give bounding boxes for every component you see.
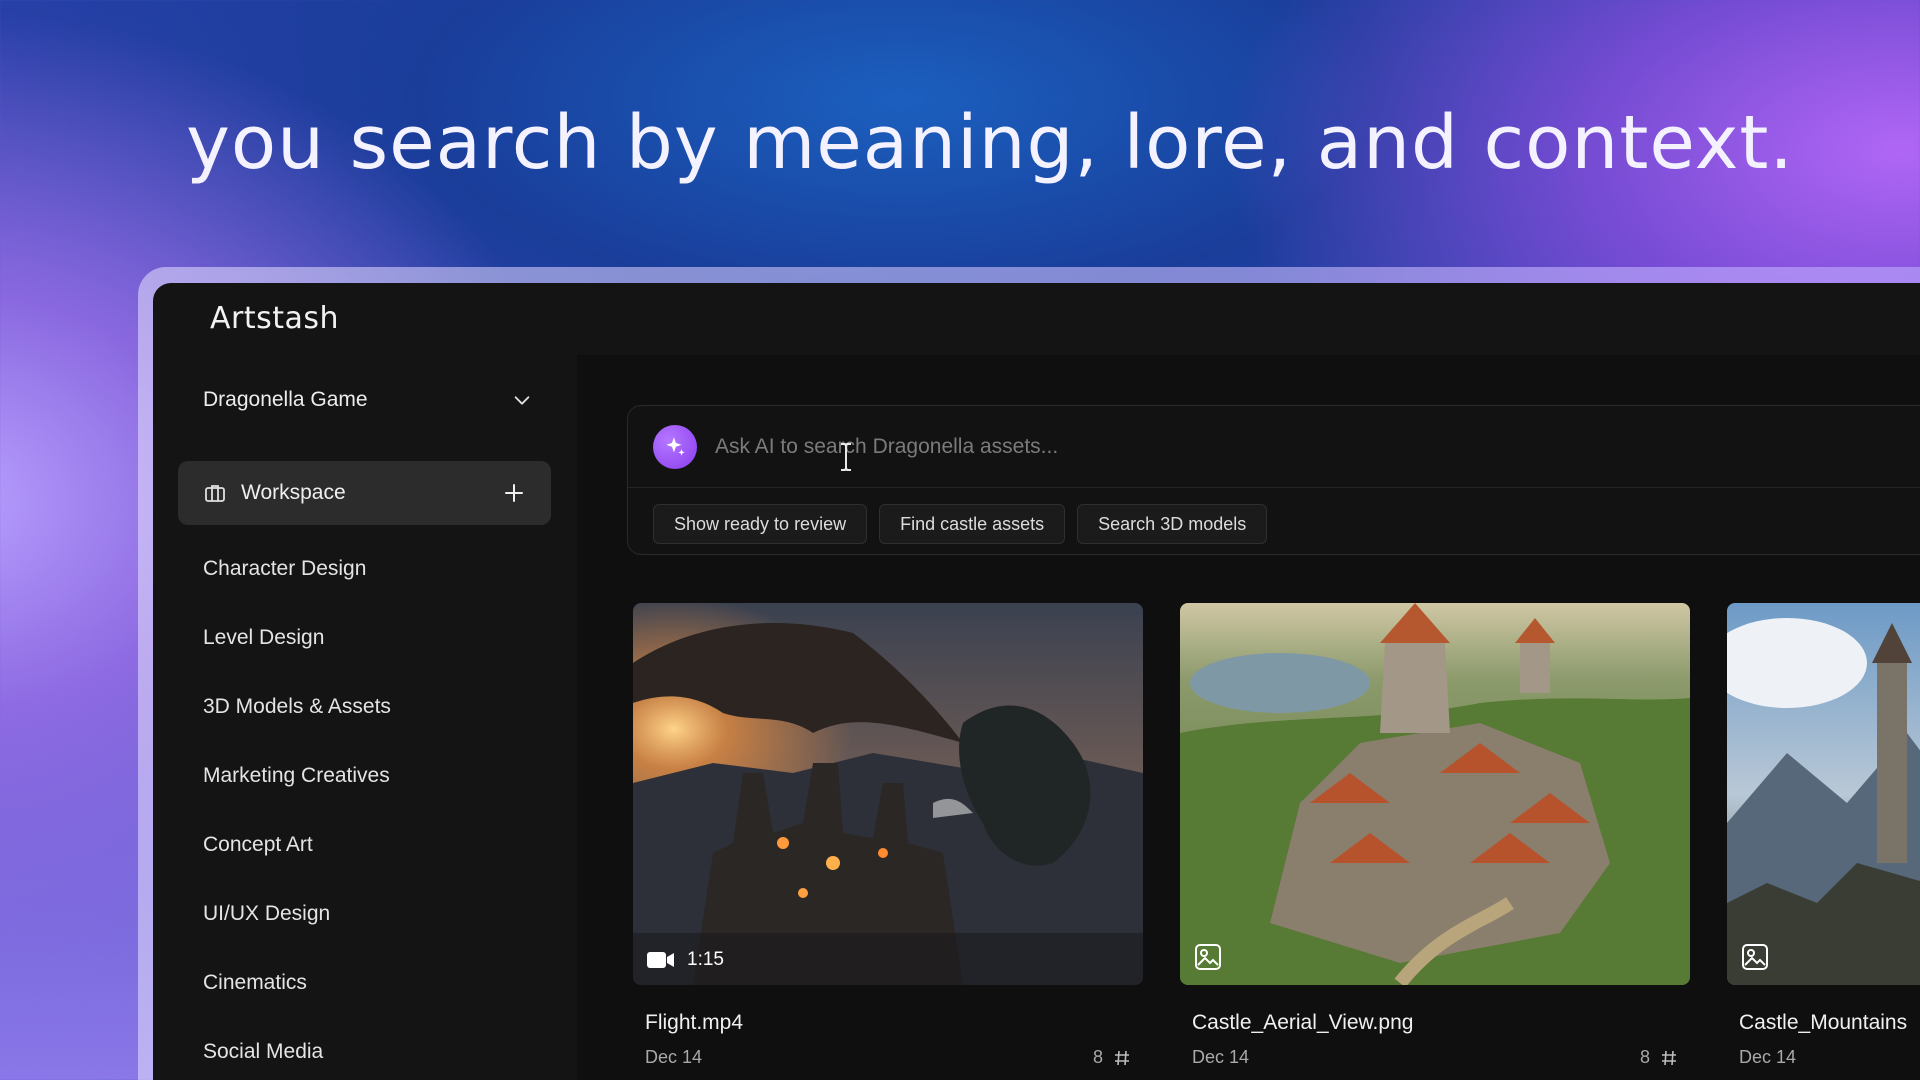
asset-title[interactable]: Flight.mp4 [633, 1011, 1143, 1035]
sidebar-item-concept-art[interactable]: Concept Art [203, 827, 391, 896]
project-name: Dragonella Game [203, 388, 368, 411]
sidebar: Dragonella Game Workspace Character Desi… [153, 355, 577, 1080]
video-duration: 1:15 [687, 949, 724, 970]
video-icon [647, 952, 674, 968]
sparkle-icon[interactable] [653, 424, 697, 469]
asset-title[interactable]: Castle_Aerial_View.png [1180, 1011, 1690, 1035]
tag-count: 8 [1640, 1047, 1678, 1068]
asset-thumbnail[interactable] [1727, 603, 1920, 985]
main-content: Show ready to review Find castle assets … [577, 355, 1920, 1080]
suggestion-chips: Show ready to review Find castle assets … [653, 504, 1268, 544]
briefcase-icon [205, 485, 225, 502]
sidebar-item-cinematics[interactable]: Cinematics [203, 965, 391, 1034]
hash-icon [1115, 1050, 1129, 1065]
video-badge: 1:15 [647, 949, 724, 971]
tag-count: 8 [1093, 1047, 1131, 1068]
search-row [628, 406, 1920, 488]
app-window: Artstash Dragonella Game Workspace Chara… [153, 283, 1920, 1080]
asset-title[interactable]: Castle_Mountains [1727, 1011, 1920, 1035]
text-cursor-icon [841, 443, 851, 471]
sidebar-item-social-media[interactable]: Social Media [203, 1034, 391, 1080]
image-icon [1195, 944, 1221, 970]
image-badge [1194, 943, 1222, 971]
asset-date: Dec 14 [1739, 1047, 1797, 1067]
asset-thumbnail[interactable] [1180, 603, 1690, 985]
asset-date: Dec 14 [645, 1047, 703, 1067]
brand-logo[interactable]: Artstash [210, 301, 339, 336]
sidebar-nav: Character Design Level Design 3D Models … [203, 551, 391, 1080]
asset-card[interactable]: Castle_Mountains Dec 14 [1727, 603, 1920, 1068]
chip-search-3d-models[interactable]: Search 3D models [1077, 504, 1268, 544]
asset-meta: Dec 14 8 [1180, 1047, 1690, 1068]
sidebar-item-character-design[interactable]: Character Design [203, 551, 391, 620]
asset-date: Dec 14 [1192, 1047, 1250, 1067]
sidebar-item-3d-models[interactable]: 3D Models & Assets [203, 689, 391, 758]
workspace-label: Workspace [241, 481, 346, 504]
plus-icon[interactable] [502, 481, 526, 505]
sidebar-item-uiux-design[interactable]: UI/UX Design [203, 896, 391, 965]
asset-card[interactable]: 1:15 Flight.mp4 Dec 14 8 [633, 603, 1143, 1068]
chevron-down-icon [514, 396, 530, 405]
chip-find-castle-assets[interactable]: Find castle assets [879, 504, 1066, 544]
image-badge [1741, 943, 1769, 971]
ai-search-panel: Show ready to review Find castle assets … [627, 405, 1920, 555]
hash-icon [1662, 1050, 1676, 1065]
sidebar-item-workspace[interactable]: Workspace [178, 461, 551, 525]
sidebar-item-level-design[interactable]: Level Design [203, 620, 391, 689]
asset-thumbnail[interactable]: 1:15 [633, 603, 1143, 985]
headline: you search by meaning, lore, and context… [186, 100, 1794, 186]
project-selector[interactable]: Dragonella Game [203, 381, 533, 419]
sidebar-item-marketing-creatives[interactable]: Marketing Creatives [203, 758, 391, 827]
chip-show-ready-to-review[interactable]: Show ready to review [653, 504, 868, 544]
image-icon [1742, 944, 1768, 970]
asset-card[interactable]: Castle_Aerial_View.png Dec 14 8 [1180, 603, 1690, 1068]
asset-meta: Dec 14 8 [633, 1047, 1143, 1068]
asset-meta: Dec 14 [1727, 1047, 1920, 1068]
